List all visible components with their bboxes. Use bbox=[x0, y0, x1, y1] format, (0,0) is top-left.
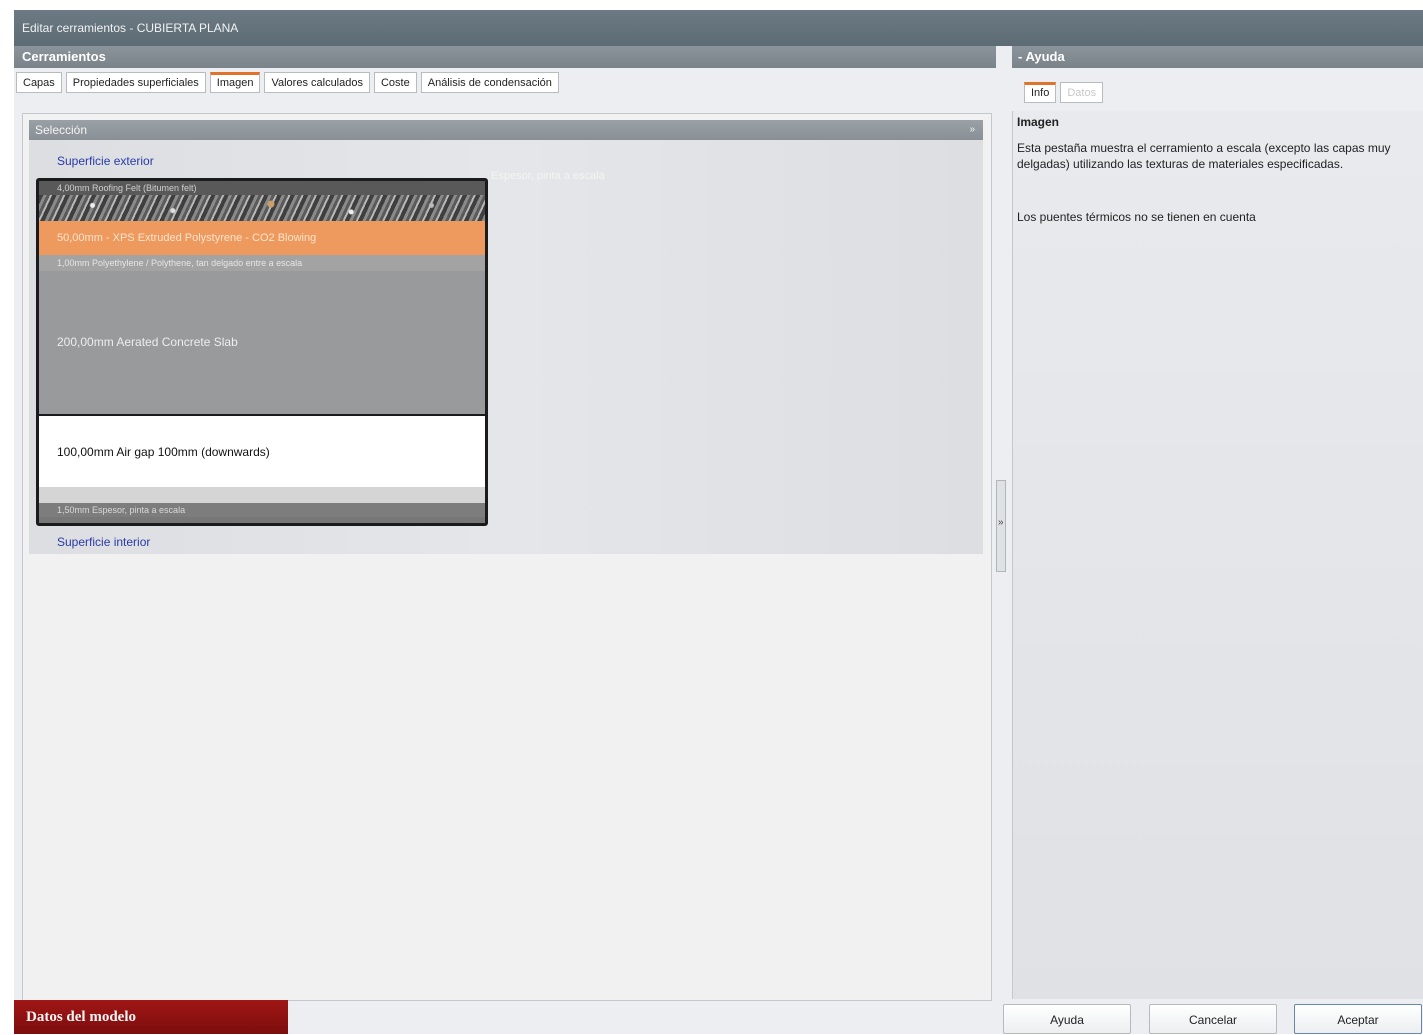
accept-button[interactable]: Aceptar bbox=[1294, 1004, 1422, 1034]
splitter-arrow-icon: » bbox=[998, 517, 1004, 528]
image-panel: Selección » Superficie exterior Espesor,… bbox=[22, 113, 992, 1001]
collapse-chevron-icon[interactable]: » bbox=[969, 120, 975, 140]
layer-aerated-concrete[interactable]: 200,00mm Aerated Concrete Slab bbox=[39, 271, 485, 414]
help-title: Imagen bbox=[1017, 115, 1060, 129]
cerramientos-header: Cerramientos bbox=[14, 46, 996, 68]
tab-propiedades-superficiales[interactable]: Propiedades superficiales bbox=[65, 72, 206, 93]
tab-datos[interactable]: Datos bbox=[1060, 82, 1104, 103]
construction-image-area: Superficie exterior Espesor, pinta a esc… bbox=[29, 140, 983, 554]
left-tab-strip: Capas Propiedades superficiales Imagen V… bbox=[16, 72, 559, 94]
layer-bottom-finish[interactable]: 1,50mm Espesor, pinta a escala bbox=[39, 503, 485, 517]
side-note: Espesor, pinta a escala bbox=[491, 170, 605, 182]
selection-bar[interactable]: Selección » bbox=[29, 120, 983, 140]
tab-valores-calculados[interactable]: Valores calculados bbox=[264, 72, 370, 93]
layer-stack[interactable]: 4,00mm Roofing Felt (Bitumen felt) 50,00… bbox=[36, 178, 488, 526]
layer-polyethylene[interactable]: 1,00mm Polyethylene / Polythene, tan del… bbox=[39, 255, 485, 271]
help-panel: Imagen Esta pestaña muestra el cerramien… bbox=[1012, 111, 1423, 999]
help-header[interactable]: - Ayuda bbox=[1012, 46, 1423, 68]
cancel-button[interactable]: Cancelar bbox=[1149, 1004, 1277, 1034]
tab-capas[interactable]: Capas bbox=[16, 72, 62, 93]
panel-splitter[interactable]: » bbox=[996, 480, 1006, 572]
window-title: Editar cerramientos - CUBIERTA PLANA bbox=[14, 10, 1423, 46]
exterior-surface-label: Superficie exterior bbox=[57, 154, 154, 168]
layer-roofing-felt[interactable]: 4,00mm Roofing Felt (Bitumen felt) bbox=[39, 181, 485, 195]
help-note: Los puentes térmicos no se tienen en cue… bbox=[1017, 210, 1256, 224]
layer-gravel-texture[interactable] bbox=[39, 195, 485, 221]
selection-label: Selección bbox=[35, 123, 88, 137]
model-data-button[interactable]: Datos del modelo bbox=[14, 1000, 288, 1034]
layer-air-gap[interactable]: 100,00mm Air gap 100mm (downwards) bbox=[39, 414, 485, 487]
tab-imagen[interactable]: Imagen bbox=[209, 72, 261, 93]
interior-surface-label: Superficie interior bbox=[57, 535, 151, 549]
help-button[interactable]: Ayuda bbox=[1003, 1004, 1131, 1034]
tab-info[interactable]: Info bbox=[1024, 82, 1057, 103]
layer-xps-insulation[interactable]: 50,00mm - XPS Extruded Polystyrene - CO2… bbox=[39, 221, 485, 255]
tab-analisis-condensacion[interactable]: Análisis de condensación bbox=[420, 72, 559, 93]
layer-thin-membrane[interactable] bbox=[39, 487, 485, 503]
help-tab-strip: Info Datos bbox=[1024, 82, 1104, 104]
tab-coste[interactable]: Coste bbox=[373, 72, 417, 93]
help-description: Esta pestaña muestra el cerramiento a es… bbox=[1017, 141, 1391, 171]
